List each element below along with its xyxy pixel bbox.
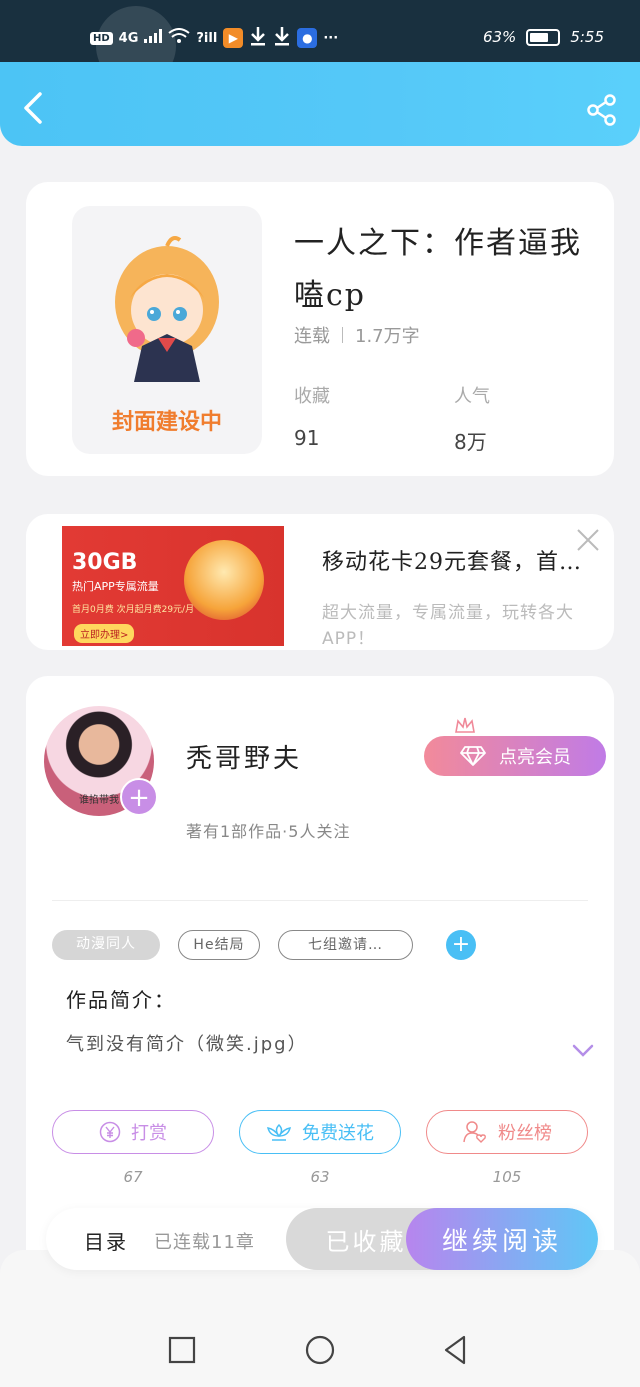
vip-button[interactable]: 点亮会员 [424,736,606,776]
book-title: 一人之下：作者逼我嗑cp [294,226,582,313]
status-bar: HD 4G ?ill ▶ ● ··· 63% 5:55 [0,0,640,86]
book-meta: 连载 1.7万字 [294,322,420,348]
send-flower-label: 免费送花 [302,1123,374,1144]
serial-status: 连载 [294,326,330,347]
ad-description: 超大流量，专属流量，玩转各大APP！ [322,603,574,649]
stat-value-popularity: 8万 [454,430,487,454]
stat-value-favorites: 91 [294,426,320,450]
vip-label: 点亮会员 [499,747,571,768]
follow-author-button[interactable]: + [120,778,158,816]
tip-button[interactable]: 打赏 [52,1110,214,1154]
yen-icon [99,1121,121,1143]
hd-badge: HD [90,31,113,45]
plus-icon: + [128,783,150,813]
system-navigation-bar [0,1250,640,1387]
ad-close-button[interactable] [576,528,600,552]
tag-chip[interactable]: 动漫同人 [52,930,160,960]
clock: 5:55 [570,28,604,46]
lion-mascot-icon [184,540,264,620]
more-notifications: ··· [323,30,339,46]
ad-image-subline: 热门APP专属流量 [72,580,159,593]
author-name[interactable]: 秃哥野夫 [186,738,302,775]
plus-icon: + [451,932,471,957]
triangle-back-icon[interactable] [440,1334,472,1366]
battery-percent: 63% [482,28,517,46]
user-heart-icon [463,1121,486,1143]
square-icon[interactable] [166,1334,198,1366]
ad-banner[interactable]: 30GB 热门APP专属流量 首月0月费 次月起月费29元/月 立即办理> 移动… [26,514,614,650]
table-of-contents-button[interactable]: 目录 [84,1226,128,1255]
word-count: 1.7万字 [355,326,420,347]
status-right: 63% 5:55 [483,28,604,46]
intro-text: 气到没有简介（微笑.jpg） [66,1034,308,1055]
anime-girl-cover-illustration [115,236,219,382]
close-icon [577,529,599,551]
author-summary: 著有1部作品·5人关注 [186,822,351,841]
section-divider [52,900,588,901]
download-icon [249,26,267,50]
fan-ranking-label: 粉丝榜 [498,1123,552,1144]
top-header [0,62,640,146]
status-left: HD 4G ?ill ▶ ● ··· [90,26,338,50]
stat-label-popularity: 人气 [454,386,490,407]
intro-label: 作品简介： [66,988,176,1012]
fan-count: 105 [492,1168,522,1186]
book-info-card: 封面建设中 一人之下：作者逼我嗑cp 连载 1.7万字 收藏 91 人气 8万 [26,182,614,476]
cover-caption: 封面建设中 [111,410,222,435]
blue-app-icon: ● [297,28,318,48]
ad-image-price: 首月0月费 次月起月费29元/月 [72,605,195,615]
crown-icon [455,717,475,733]
author-card: 谁掐带我 + 秃哥野夫 著有1部作品·5人关注 点亮会员 动漫同人 He结局 七… [26,676,614,1296]
wifi-label: ?ill [196,30,218,46]
send-flower-button[interactable]: 免费送花 [239,1110,401,1154]
chevron-left-icon [24,92,42,124]
tag-chip[interactable]: He结局 [178,930,260,960]
ad-title: 移动花卡29元套餐，首… [322,550,582,575]
continue-reading-button[interactable]: 继续阅读 [406,1208,598,1270]
diamond-icon [460,746,486,766]
ad-image[interactable]: 30GB 热门APP专属流量 首月0月费 次月起月费29元/月 立即办理> [62,526,284,646]
continue-reading-label: 继续阅读 [441,1226,562,1257]
orange-app-icon: ▶ [223,28,244,48]
chevron-down-icon[interactable] [572,1044,594,1058]
tag-chip[interactable]: 七组邀请… [278,930,413,960]
ad-image-button: 立即办理> [74,624,135,643]
stat-label-favorites: 收藏 [294,386,330,407]
collected-label: 已收藏 [325,1227,407,1256]
share-icon [587,94,616,126]
tip-label: 打赏 [131,1123,167,1144]
book-cover[interactable]: 封面建设中 [72,206,262,454]
signal-icon [144,29,163,47]
network-label: 4G [118,30,139,46]
wifi-icon [168,28,191,48]
tip-count: 67 [123,1168,143,1186]
ad-image-headline: 30GB [72,550,138,575]
battery-icon [526,28,561,46]
flower-icon [266,1123,292,1141]
add-tag-button[interactable]: + [446,930,476,960]
back-button[interactable] [18,90,50,126]
chapter-count: 已连载11章 [154,1232,255,1253]
download-icon-2 [273,26,291,50]
fan-ranking-button[interactable]: 粉丝榜 [426,1110,588,1154]
flower-count: 63 [310,1168,330,1186]
share-button[interactable] [586,94,618,126]
reading-action-bar: 目录 已连载11章 已收藏 继续阅读 [46,1208,598,1270]
meta-divider [342,327,343,343]
circle-icon[interactable] [304,1334,336,1366]
